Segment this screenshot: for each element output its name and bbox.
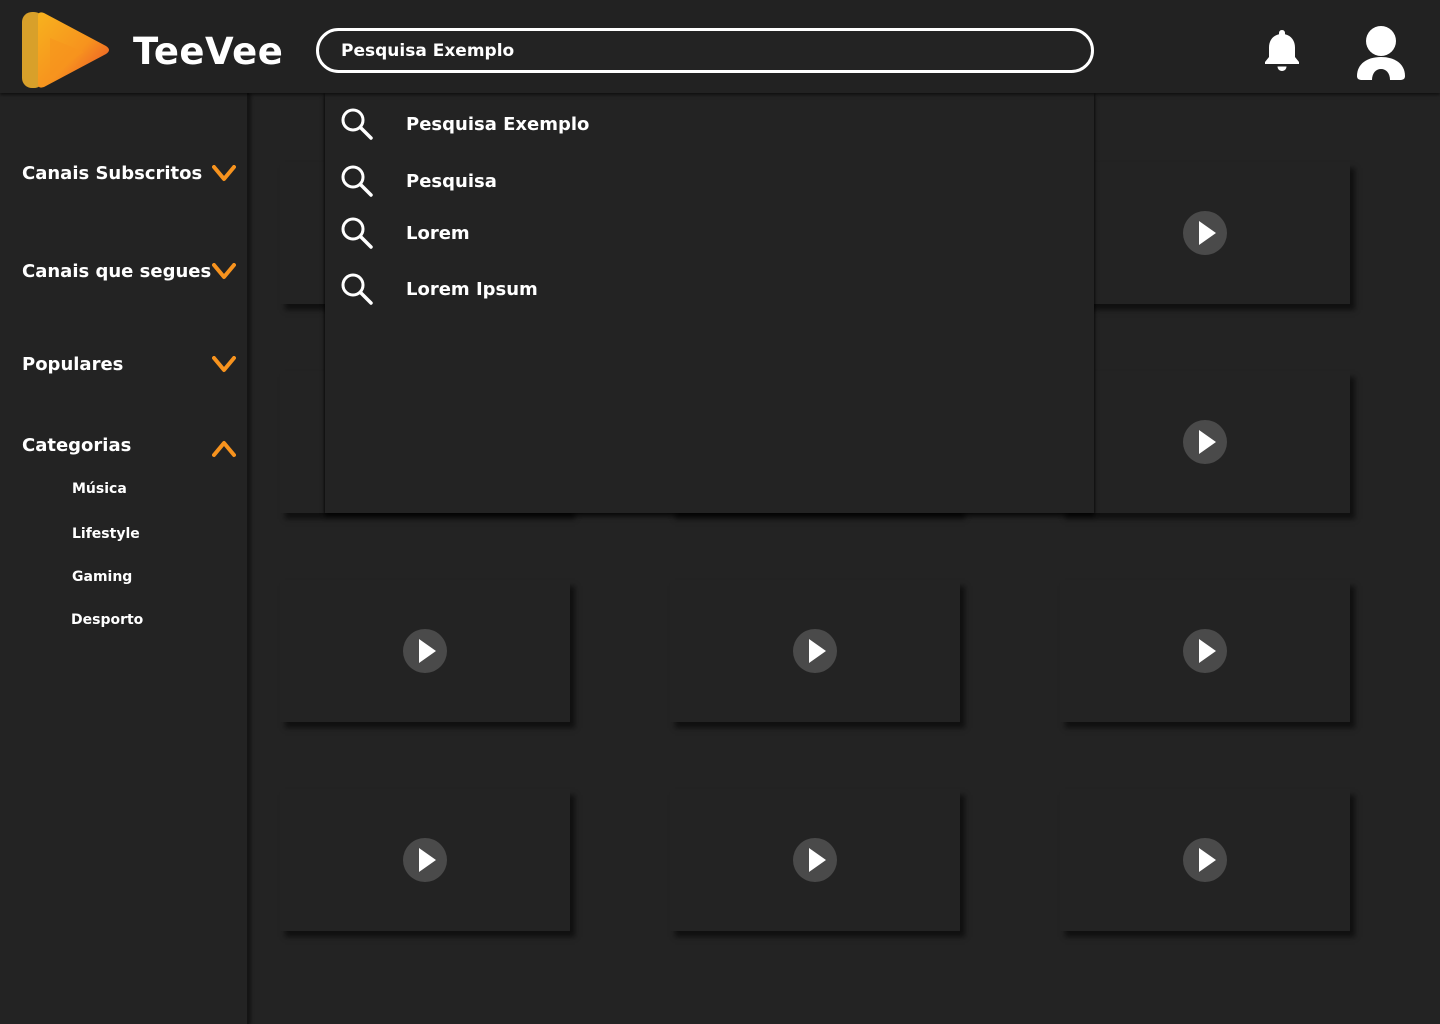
search-suggestion-item[interactable]: Lorem Ipsum bbox=[325, 270, 1094, 310]
search-suggestion-item[interactable]: Pesquisa bbox=[325, 162, 1094, 202]
sidebar-section-label: Categorias bbox=[22, 435, 132, 456]
sidebar-section-label: Populares bbox=[22, 354, 124, 375]
app-window: TeeVee Canais Subscritos Canais que segu… bbox=[0, 0, 1440, 1024]
sidebar-section-canais-subscritos[interactable]: Canais Subscritos bbox=[22, 159, 240, 191]
search-bar[interactable] bbox=[316, 28, 1094, 73]
search-suggestion-text: Lorem Ipsum bbox=[406, 279, 538, 300]
search-suggestion-text: Pesquisa Exemplo bbox=[406, 114, 590, 135]
sidebar-item-musica[interactable]: Música bbox=[72, 481, 127, 497]
app-logo-text[interactable]: TeeVee bbox=[133, 28, 283, 76]
video-card[interactable] bbox=[1060, 789, 1350, 931]
search-icon bbox=[341, 273, 373, 305]
play-icon[interactable] bbox=[793, 836, 837, 884]
sidebar-section-populares[interactable]: Populares bbox=[22, 350, 240, 382]
play-icon[interactable] bbox=[1183, 209, 1227, 257]
top-bar: TeeVee bbox=[0, 0, 1440, 93]
bell-icon[interactable] bbox=[1262, 27, 1302, 73]
video-card[interactable] bbox=[280, 580, 570, 722]
search-icon bbox=[341, 165, 373, 197]
sidebar: Canais Subscritos Canais que segues Popu… bbox=[0, 93, 249, 1024]
play-icon[interactable] bbox=[403, 836, 447, 884]
sidebar-section-canais-que-segues[interactable]: Canais que segues bbox=[22, 257, 240, 289]
play-icon[interactable] bbox=[403, 627, 447, 675]
search-input[interactable] bbox=[341, 31, 1061, 70]
sidebar-item-lifestyle[interactable]: Lifestyle bbox=[72, 526, 140, 542]
chevron-down-icon[interactable] bbox=[212, 263, 236, 281]
sidebar-item-gaming[interactable]: Gaming bbox=[72, 569, 132, 585]
user-icon[interactable] bbox=[1354, 24, 1408, 80]
chevron-down-icon[interactable] bbox=[212, 356, 236, 374]
sidebar-section-label: Canais que segues bbox=[22, 261, 212, 282]
play-icon[interactable] bbox=[1183, 627, 1227, 675]
sidebar-section-label: Canais Subscritos bbox=[22, 163, 203, 184]
search-icon bbox=[341, 217, 373, 249]
chevron-down-icon[interactable] bbox=[212, 165, 236, 183]
play-icon[interactable] bbox=[1183, 418, 1227, 466]
search-suggestions-dropdown: Pesquisa Exemplo Pesquisa Lorem Lorem Ip… bbox=[325, 93, 1094, 513]
video-card[interactable] bbox=[1060, 162, 1350, 304]
play-icon[interactable] bbox=[1183, 836, 1227, 884]
chevron-up-icon[interactable] bbox=[212, 440, 236, 458]
video-card[interactable] bbox=[1060, 371, 1350, 513]
search-suggestion-item[interactable]: Lorem bbox=[325, 214, 1094, 254]
video-card[interactable] bbox=[670, 580, 960, 722]
video-card[interactable] bbox=[670, 789, 960, 931]
search-suggestion-text: Pesquisa bbox=[406, 171, 497, 192]
search-icon bbox=[341, 108, 373, 140]
search-suggestion-item[interactable]: Pesquisa Exemplo bbox=[325, 105, 1094, 145]
logo-icon[interactable] bbox=[20, 10, 112, 90]
video-card[interactable] bbox=[1060, 580, 1350, 722]
sidebar-section-categorias[interactable]: Categorias bbox=[22, 431, 240, 463]
video-card[interactable] bbox=[280, 789, 570, 931]
sidebar-item-desporto[interactable]: Desporto bbox=[71, 612, 143, 628]
play-icon[interactable] bbox=[793, 627, 837, 675]
search-suggestion-text: Lorem bbox=[406, 223, 470, 244]
